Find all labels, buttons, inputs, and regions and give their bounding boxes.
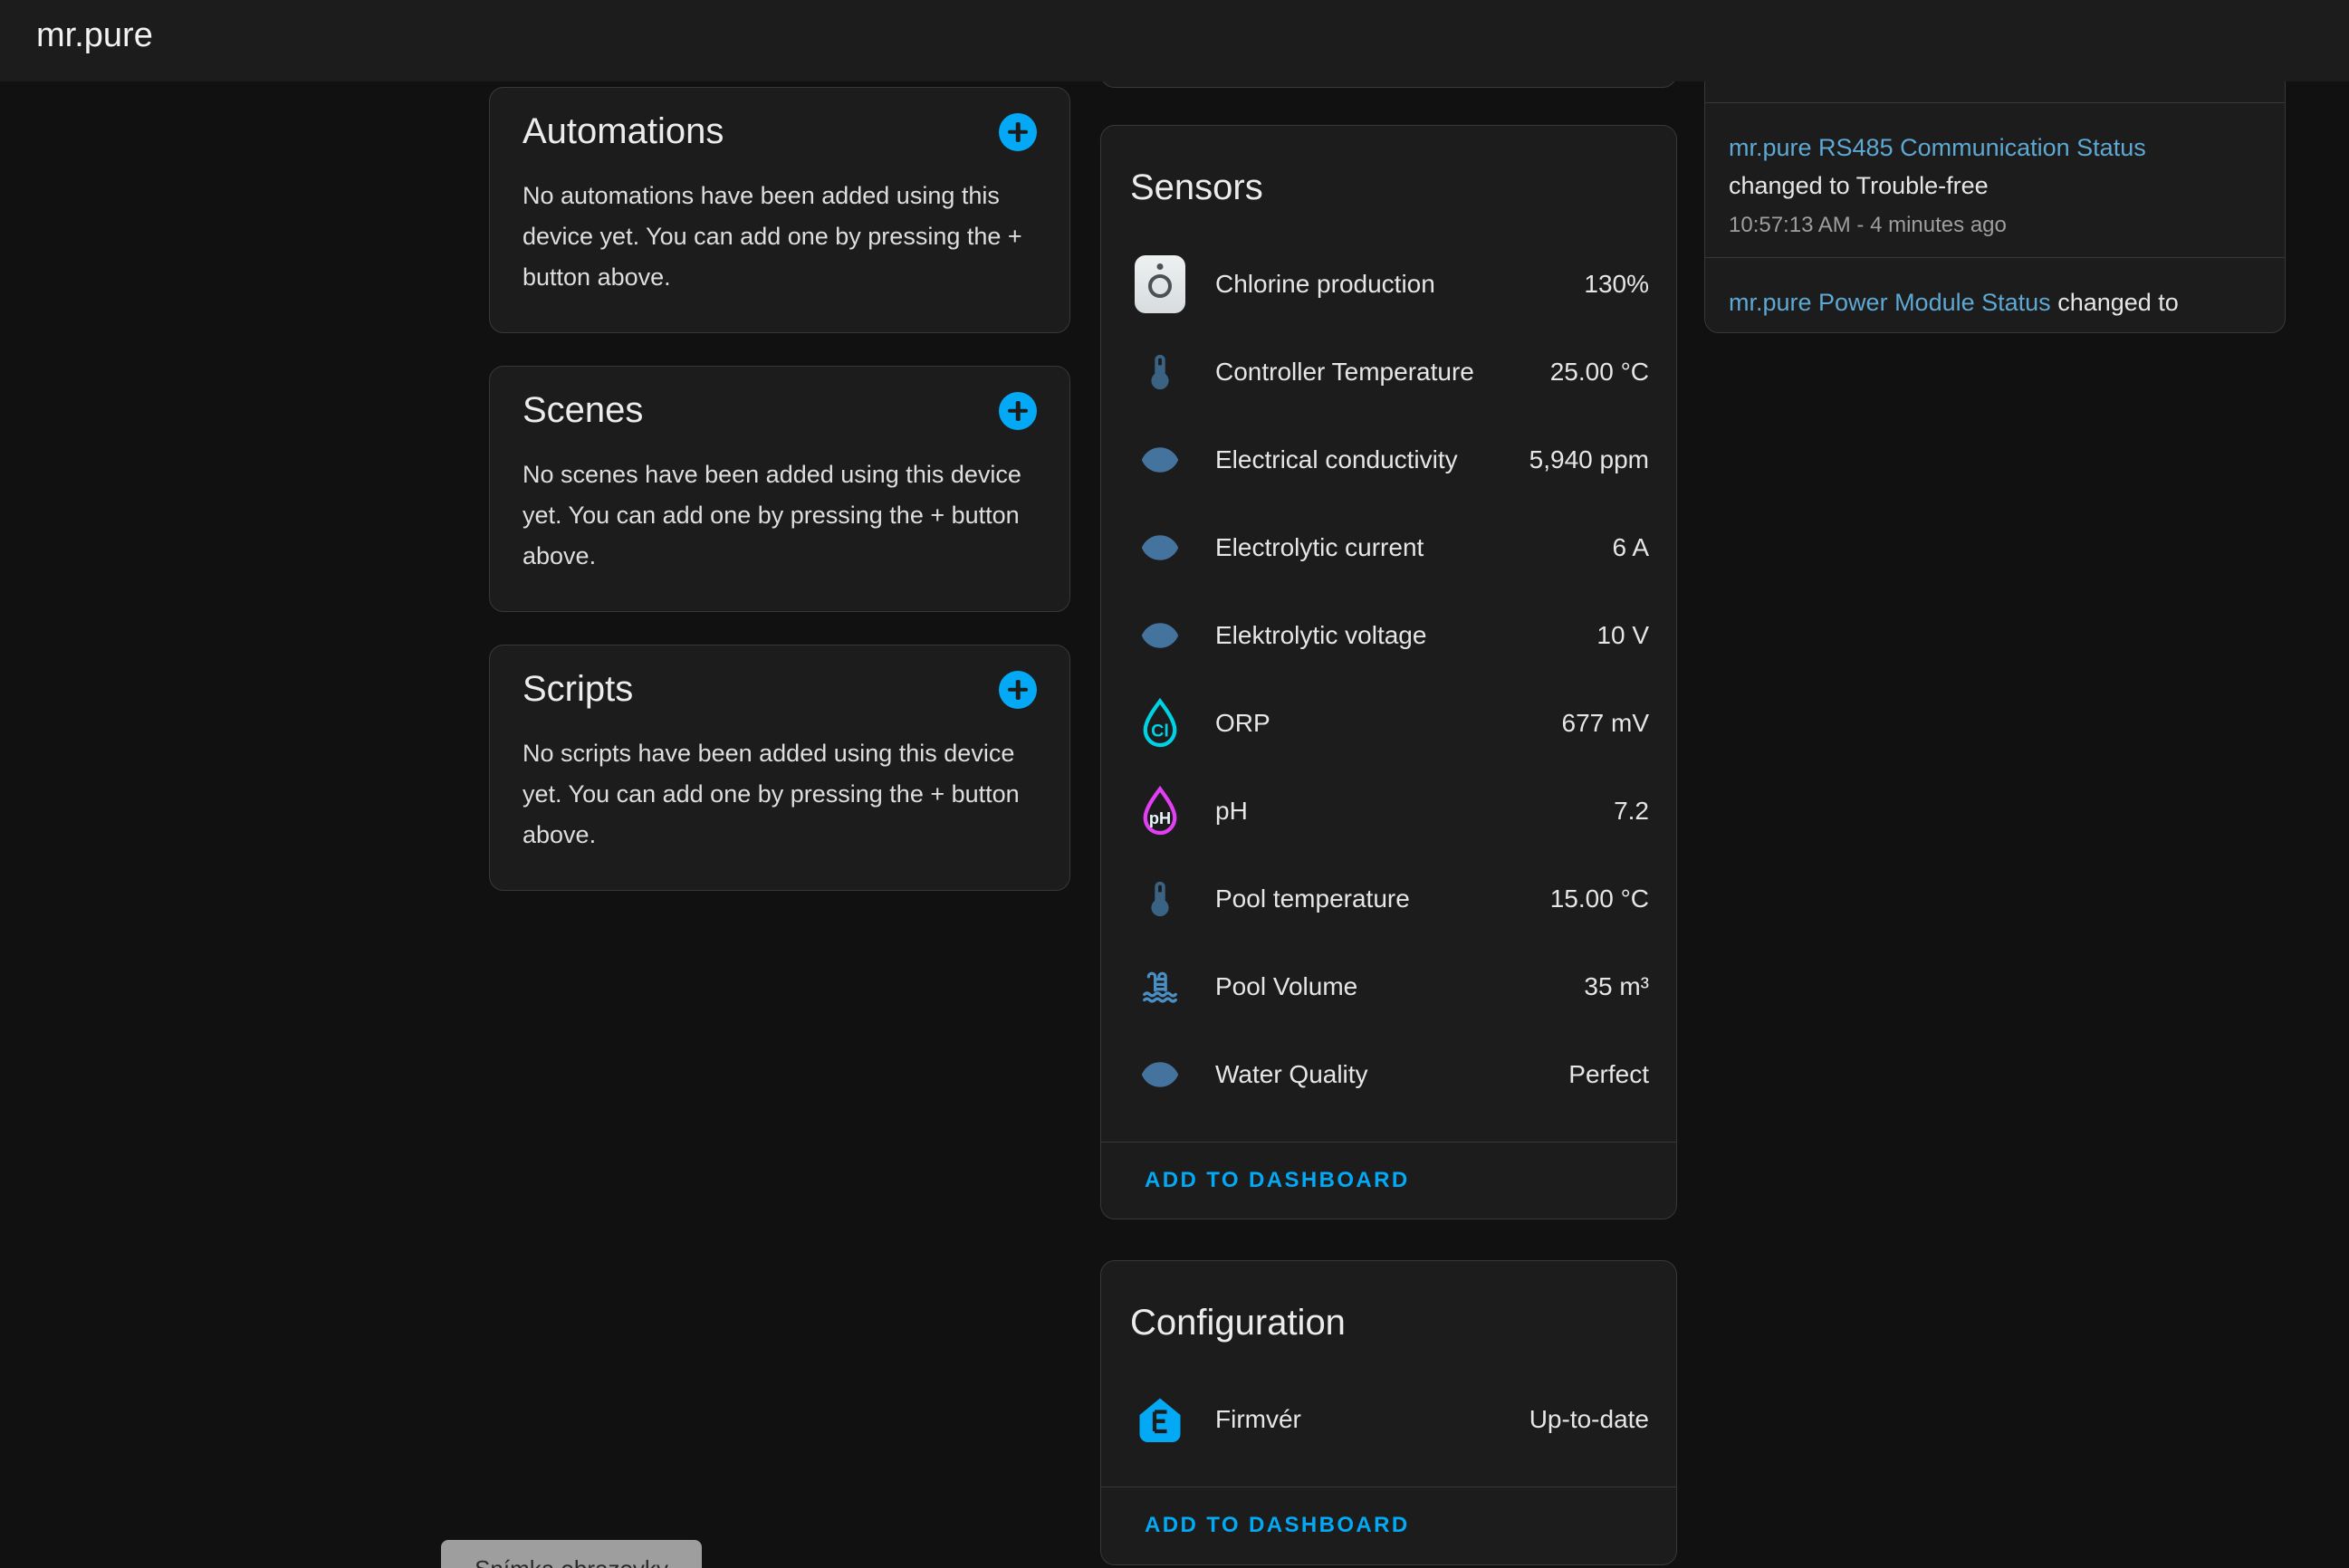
logbook-timestamp: 10:57:13 AM - 4 minutes ago [1729,212,2261,239]
scripts-card: Scripts No scripts have been added using… [489,645,1070,891]
add-automation-button plus-circle-icon[interactable] [999,113,1037,151]
sensor-name: ORP [1215,709,1270,738]
sensor-value: 35 m³ [1584,972,1649,1001]
sensor-name: pH [1215,797,1248,826]
firmware-icon [1128,1392,1192,1447]
sensor-value: 5,940 ppm [1529,445,1649,474]
sensors-card-footer: ADD TO DASHBOARD [1101,1142,1676,1219]
automations-empty-text: No automations have been added using thi… [523,176,1030,298]
sensor-value: 677 mV [1562,709,1650,738]
sensor-name: Electrolytic current [1215,533,1424,562]
sensor-row-electrical-conductivity[interactable]: Electrical conductivity 5,940 ppm [1101,416,1676,503]
configuration-card-title: Configuration [1101,1261,1676,1344]
eye-icon [1128,528,1192,568]
scenes-card: Scenes No scenes have been added using t… [489,366,1070,612]
sensor-row-pool-volume[interactable]: Pool Volume 35 m³ [1101,942,1676,1030]
thermometer-icon [1128,878,1192,920]
sensor-row-controller-temperature[interactable]: Controller Temperature 25.00 °C [1101,328,1676,416]
configuration-card-footer: ADD TO DASHBOARD [1101,1487,1676,1563]
sensor-name: Water Quality [1215,1060,1368,1089]
sensor-value: 130% [1584,270,1649,299]
device-page: mr.pure Automations No automations have … [0,0,2349,1568]
svg-text:pH: pH [1149,808,1171,827]
sensor-name: Pool temperature [1215,884,1410,913]
sensor-row-elektrolytic-voltage[interactable]: Elektrolytic voltage 10 V [1101,591,1676,679]
eye-icon [1128,440,1192,480]
sensor-value: 7.2 [1614,797,1649,826]
add-scene-button plus-circle-icon[interactable] [999,392,1037,430]
automations-card-title: Automations [523,111,724,152]
logbook-entry: mr.pure RS485 Communication Status chang… [1705,103,2285,257]
logbook-entry: mr.pure Power Module Status changed to [1705,258,2285,321]
sensor-list: Chlorine production 130% Controller Temp… [1101,240,1676,1142]
sensor-value: 15.00 °C [1550,884,1649,913]
configuration-card: Configuration Firmvér Up-to-date ADD TO … [1100,1260,1677,1565]
pool-icon [1128,966,1192,1008]
eye-icon [1128,616,1192,655]
sensor-row-chlorine-production[interactable]: Chlorine production 130% [1101,240,1676,328]
config-row-firmware[interactable]: Firmvér Up-to-date [1101,1375,1676,1463]
screenshot-button[interactable]: Snímka obrazovky [441,1540,702,1568]
ph-drop-icon: pH [1128,782,1192,840]
logbook-entry-detail: changed to Trouble-free [1729,167,2261,205]
chlorinator-device-picture [1128,255,1192,313]
config-value: Up-to-date [1529,1405,1649,1434]
scenes-empty-text: No scenes have been added using this dev… [523,454,1030,577]
scripts-card-title: Scripts [523,669,633,710]
sensor-row-ph[interactable]: pH pH 7.2 [1101,767,1676,855]
svg-text:Cl: Cl [1151,721,1169,741]
scripts-empty-text: No scripts have been added using this de… [523,733,1030,856]
eye-icon [1128,1055,1192,1095]
sensor-name: Controller Temperature [1215,358,1474,387]
sensors-card: Sensors Chlorine production 130% Control… [1100,125,1677,1219]
thermometer-icon [1128,351,1192,393]
sensor-row-electrolytic-current[interactable]: Electrolytic current 6 A [1101,503,1676,591]
chlorine-drop-icon: Cl [1128,694,1192,752]
configuration-add-to-dashboard-button[interactable]: ADD TO DASHBOARD [1145,1513,1410,1538]
logbook-entry-detail: changed to [2057,289,2179,316]
sensors-add-to-dashboard-button[interactable]: ADD TO DASHBOARD [1145,1168,1410,1193]
logbook-entity-link[interactable]: mr.pure RS485 Communication Status [1729,134,2146,161]
sensor-value: 6 A [1613,533,1649,562]
sensor-name: Chlorine production [1215,270,1435,299]
sensor-row-pool-temperature[interactable]: Pool temperature 15.00 °C [1101,855,1676,942]
config-name: Firmvér [1215,1405,1301,1434]
scenes-card-title: Scenes [523,390,643,431]
sensor-name: Electrical conductivity [1215,445,1458,474]
configuration-list: Firmvér Up-to-date [1101,1375,1676,1487]
sensor-value: 10 V [1596,621,1649,650]
left-column: Automations No automations have been add… [489,87,1070,891]
logbook-entity-link[interactable]: mr.pure Power Module Status [1729,289,2051,316]
add-script-button plus-circle-icon[interactable] [999,671,1037,709]
sensor-name: Pool Volume [1215,972,1357,1001]
sensor-row-orp[interactable]: Cl ORP 677 mV [1101,679,1676,767]
sensor-row-water-quality[interactable]: Water Quality Perfect [1101,1030,1676,1118]
automations-card: Automations No automations have been add… [489,87,1070,333]
sensor-value: 25.00 °C [1550,358,1649,387]
sensor-value: Perfect [1568,1060,1649,1089]
sensor-name: Elektrolytic voltage [1215,621,1426,650]
app-header: mr.pure [0,0,2349,81]
sensors-card-title: Sensors [1101,126,1676,209]
page-title: mr.pure [36,0,153,81]
